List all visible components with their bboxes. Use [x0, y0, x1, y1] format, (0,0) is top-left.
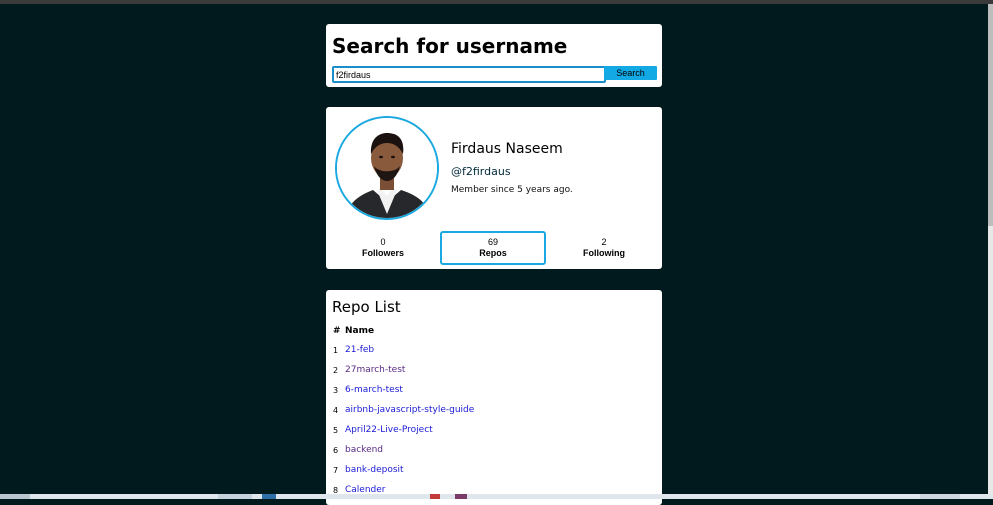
- repo-index: 3: [333, 386, 339, 395]
- member-since-text: Member since 5 years ago.: [451, 185, 573, 195]
- username-search-input[interactable]: [332, 66, 606, 83]
- following-label: Following: [583, 248, 625, 258]
- search-card: Search for username Search: [326, 24, 662, 87]
- start-icon[interactable]: [0, 494, 30, 499]
- browser-icon[interactable]: [262, 494, 276, 499]
- page-scrollbar[interactable]: [988, 4, 993, 495]
- profile-handle: @f2firdaus: [451, 165, 511, 178]
- avatar: [335, 116, 439, 220]
- name-column-header: Name: [345, 326, 375, 336]
- avatar-photo: [337, 118, 437, 218]
- index-column-header: #: [333, 326, 341, 336]
- followers-stat[interactable]: 0 Followers: [330, 231, 436, 265]
- scrollbar-thumb[interactable]: [988, 4, 993, 226]
- repo-index: 4: [333, 406, 339, 415]
- repo-link[interactable]: backend: [345, 445, 383, 455]
- os-taskbar: [0, 494, 993, 499]
- repos-label: Repos: [479, 248, 507, 258]
- taskbar-app-icon[interactable]: [218, 494, 252, 499]
- search-button[interactable]: Search: [604, 66, 657, 80]
- search-title: Search for username: [332, 34, 568, 58]
- taskbar-app-icon[interactable]: [430, 494, 440, 499]
- repo-index: 6: [333, 446, 339, 455]
- repo-link[interactable]: bank-deposit: [345, 465, 404, 475]
- browser-top-strip: [0, 0, 993, 4]
- repos-count: 69: [487, 237, 498, 247]
- repo-index: 7: [333, 466, 339, 475]
- profile-name: Firdaus Naseem: [451, 141, 563, 157]
- following-stat[interactable]: 2 Following: [551, 231, 657, 265]
- repo-link[interactable]: April22-Live-Project: [345, 425, 433, 435]
- repos-stat[interactable]: 69 Repos: [440, 231, 546, 265]
- repo-list-title: Repo List: [332, 298, 401, 316]
- following-count: 2: [601, 237, 607, 247]
- repo-link[interactable]: 21-feb: [345, 345, 374, 355]
- repo-link[interactable]: airbnb-javascript-style-guide: [345, 405, 474, 415]
- clock: [920, 494, 960, 499]
- repo-link[interactable]: 6-march-test: [345, 385, 403, 395]
- repo-index: 2: [333, 366, 339, 375]
- repo-link[interactable]: 27march-test: [345, 365, 405, 375]
- taskbar-app-icon[interactable]: [455, 494, 467, 499]
- profile-card: Firdaus Naseem @f2firdaus Member since 5…: [326, 107, 662, 269]
- repo-list-card: Repo List # Name 1 21-feb 2 27march-test…: [326, 290, 662, 505]
- followers-label: Followers: [361, 248, 404, 258]
- repo-index: 1: [333, 346, 339, 355]
- followers-count: 0: [380, 237, 386, 247]
- repo-index: 5: [333, 426, 339, 435]
